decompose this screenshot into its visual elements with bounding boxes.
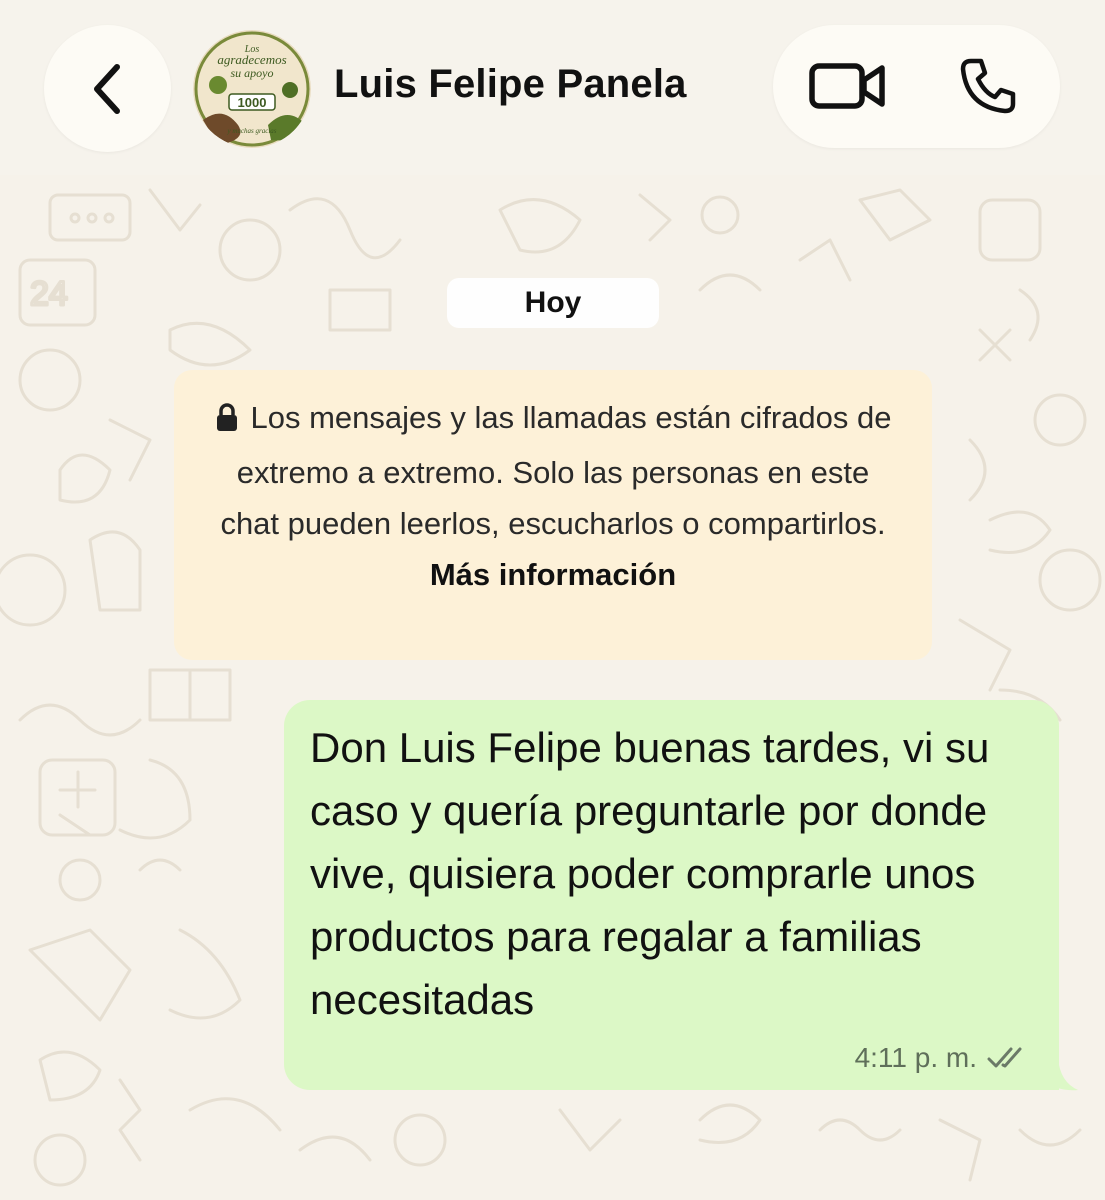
call-actions <box>773 25 1060 148</box>
message-meta: 4:11 p. m. <box>855 1042 1031 1074</box>
contact-avatar[interactable]: Los agradecemos su apoyo 1000 y muchas g… <box>193 30 311 148</box>
svg-text:24: 24 <box>30 275 68 313</box>
video-call-button[interactable] <box>808 55 888 117</box>
chat-header: Los agradecemos su apoyo 1000 y muchas g… <box>0 0 1105 175</box>
svg-text:agradecemos: agradecemos <box>217 52 286 67</box>
back-button[interactable] <box>44 25 171 152</box>
message-text: Don Luis Felipe buenas tardes, vi su cas… <box>310 724 990 1023</box>
phone-icon <box>960 58 1016 114</box>
svg-text:y muchas gracias: y muchas gracias <box>227 127 277 135</box>
message-time: 4:11 p. m. <box>854 1042 977 1073</box>
svg-text:1000: 1000 <box>238 95 267 110</box>
bubble-tail <box>1040 1058 1078 1091</box>
chevron-left-icon <box>93 63 120 114</box>
encryption-notice-text: Los mensajes y las llamadas están cifrad… <box>220 400 892 541</box>
encryption-notice[interactable]: Los mensajes y las llamadas están cifrad… <box>174 370 932 660</box>
avatar-image: Los agradecemos su apoyo 1000 y muchas g… <box>193 30 311 148</box>
lock-icon <box>215 396 239 447</box>
date-separator: Hoy <box>447 278 659 328</box>
more-info-link[interactable]: Más información <box>430 557 676 592</box>
contact-name[interactable]: Luis Felipe Panela <box>334 62 687 107</box>
voice-call-button[interactable] <box>953 53 1023 119</box>
svg-text:su apoyo: su apoyo <box>231 66 274 80</box>
video-camera-icon <box>809 63 885 109</box>
outgoing-message[interactable]: Don Luis Felipe buenas tardes, vi su cas… <box>284 700 1059 1090</box>
double-check-icon <box>987 1047 1022 1068</box>
